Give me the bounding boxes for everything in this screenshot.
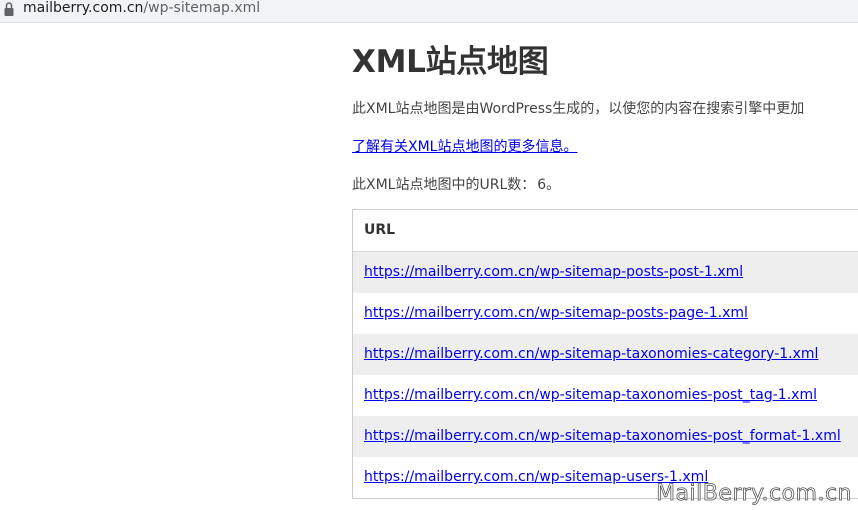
address-domain: mailberry.com.cn xyxy=(23,0,144,16)
learn-more-link[interactable]: 了解有关XML站点地图的更多信息。 xyxy=(352,136,577,156)
url-count-value: 6。 xyxy=(537,177,561,193)
url-count: 此XML站点地图中的URL数： 6。 xyxy=(352,174,560,194)
lock-icon[interactable] xyxy=(3,1,15,17)
table-row: https://mailberry.com.cn/wp-sitemap-taxo… xyxy=(353,416,858,457)
url-table: URL https://mailberry.com.cn/wp-sitemap-… xyxy=(352,209,858,499)
sitemap-description: 此XML站点地图是由WordPress生成的，以使您的内容在搜索引擎中更加 xyxy=(352,101,805,117)
table-header-url: URL xyxy=(353,210,858,252)
sitemap-link[interactable]: https://mailberry.com.cn/wp-sitemap-taxo… xyxy=(364,346,818,362)
sitemap-link[interactable]: https://mailberry.com.cn/wp-sitemap-post… xyxy=(364,264,743,280)
sitemap-link[interactable]: https://mailberry.com.cn/wp-sitemap-taxo… xyxy=(364,387,817,403)
watermark: MailBerry.com.cn xyxy=(656,481,852,507)
table-row: https://mailberry.com.cn/wp-sitemap-post… xyxy=(353,252,858,293)
table-row: https://mailberry.com.cn/wp-sitemap-taxo… xyxy=(353,375,858,416)
table-row: https://mailberry.com.cn/wp-sitemap-post… xyxy=(353,293,858,334)
url-count-label: 此XML站点地图中的URL数： xyxy=(352,177,536,193)
table-row: https://mailberry.com.cn/wp-sitemap-taxo… xyxy=(353,334,858,375)
address-url[interactable]: mailberry.com.cn/wp-sitemap.xml xyxy=(23,0,260,16)
page-title: XML站点地图 xyxy=(352,44,549,80)
sitemap-link[interactable]: https://mailberry.com.cn/wp-sitemap-taxo… xyxy=(364,428,841,444)
sitemap-link[interactable]: https://mailberry.com.cn/wp-sitemap-post… xyxy=(364,305,748,321)
address-path: /wp-sitemap.xml xyxy=(143,0,261,16)
address-bar[interactable]: mailberry.com.cn/wp-sitemap.xml xyxy=(0,0,858,23)
